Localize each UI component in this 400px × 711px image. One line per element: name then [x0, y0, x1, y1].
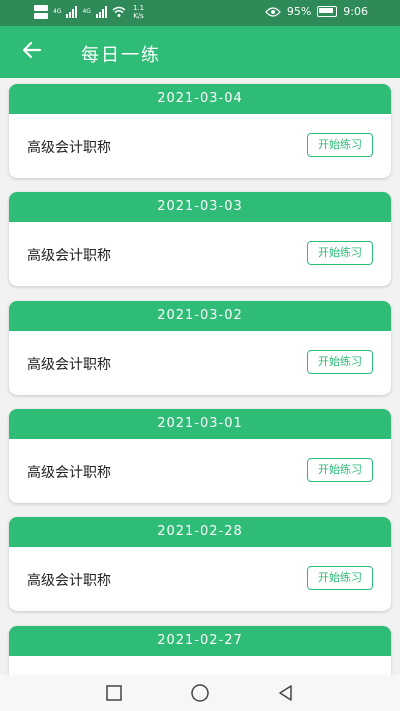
net-speed-unit: K/s	[133, 12, 144, 20]
start-practice-button[interactable]: 开始练习	[307, 133, 373, 157]
start-practice-button[interactable]: 开始练习	[307, 241, 373, 265]
net-speed-value: 1.1	[132, 4, 145, 12]
battery-percent: 95%	[286, 5, 312, 18]
list-item: 2021-02-28 高级会计职称 开始练习	[9, 517, 391, 611]
sim1-indicator	[34, 5, 48, 11]
item-label: 高级会计职称	[27, 465, 111, 481]
system-nav-bar	[0, 675, 400, 711]
status-left: 4G 4G 1.1 K/s	[34, 4, 144, 20]
square-recent-icon[interactable]	[104, 683, 124, 703]
list-item: 2021-02-27	[9, 626, 391, 675]
item-body: 高级会计职称 开始练习	[9, 331, 391, 395]
start-practice-button[interactable]: 开始练习	[307, 350, 373, 374]
network-type: 4G	[53, 8, 62, 15]
item-label: 高级会计职称	[27, 573, 111, 589]
status-bar: 4G 4G 1.1 K/s 95% 9:06	[0, 0, 400, 26]
item-date: 2021-03-01	[9, 409, 391, 439]
wifi-icon	[112, 6, 126, 17]
sim-icon	[34, 5, 48, 19]
status-right: 95% 9:06	[264, 5, 368, 18]
signal-icon	[66, 6, 78, 18]
item-label: 高级会计职称	[27, 357, 111, 373]
net-speed: 1.1 K/s	[133, 4, 144, 20]
list-item: 2021-03-04 高级会计职称 开始练习	[9, 84, 391, 178]
item-date: 2021-02-28	[9, 517, 391, 547]
item-date: 2021-02-27	[9, 626, 391, 656]
page-title: 每日一练	[81, 45, 161, 66]
item-date: 2021-03-04	[9, 84, 391, 114]
signal-icon-2	[95, 6, 107, 18]
practice-list[interactable]: 2021-03-04 高级会计职称 开始练习 2021-03-03 高级会计职称…	[0, 78, 400, 675]
app-bar: 每日一练	[0, 26, 400, 78]
eye-icon	[264, 6, 281, 17]
clock: 9:06	[343, 5, 368, 18]
network-type-2: 4G	[82, 8, 91, 15]
item-date: 2021-03-02	[9, 301, 391, 331]
item-body: 高级会计职称 开始练习	[9, 439, 391, 503]
battery-icon	[317, 6, 338, 17]
start-practice-button[interactable]: 开始练习	[307, 458, 373, 482]
item-label: 高级会计职称	[27, 248, 111, 264]
item-label: 高级会计职称	[27, 140, 111, 156]
list-item: 2021-03-01 高级会计职称 开始练习	[9, 409, 391, 503]
item-date: 2021-03-03	[9, 192, 391, 222]
start-practice-button[interactable]: 开始练习	[307, 566, 373, 590]
sim2-indicator	[34, 13, 48, 19]
item-body: 高级会计职称 开始练习	[9, 547, 391, 611]
list-item: 2021-03-03 高级会计职称 开始练习	[9, 192, 391, 286]
circle-home-icon[interactable]	[190, 683, 210, 703]
item-body: 高级会计职称 开始练习	[9, 114, 391, 178]
triangle-back-icon[interactable]	[276, 683, 296, 703]
list-item: 2021-03-02 高级会计职称 开始练习	[9, 301, 391, 395]
item-body	[9, 656, 391, 675]
arrow-left-icon[interactable]	[20, 38, 44, 62]
item-body: 高级会计职称 开始练习	[9, 222, 391, 286]
